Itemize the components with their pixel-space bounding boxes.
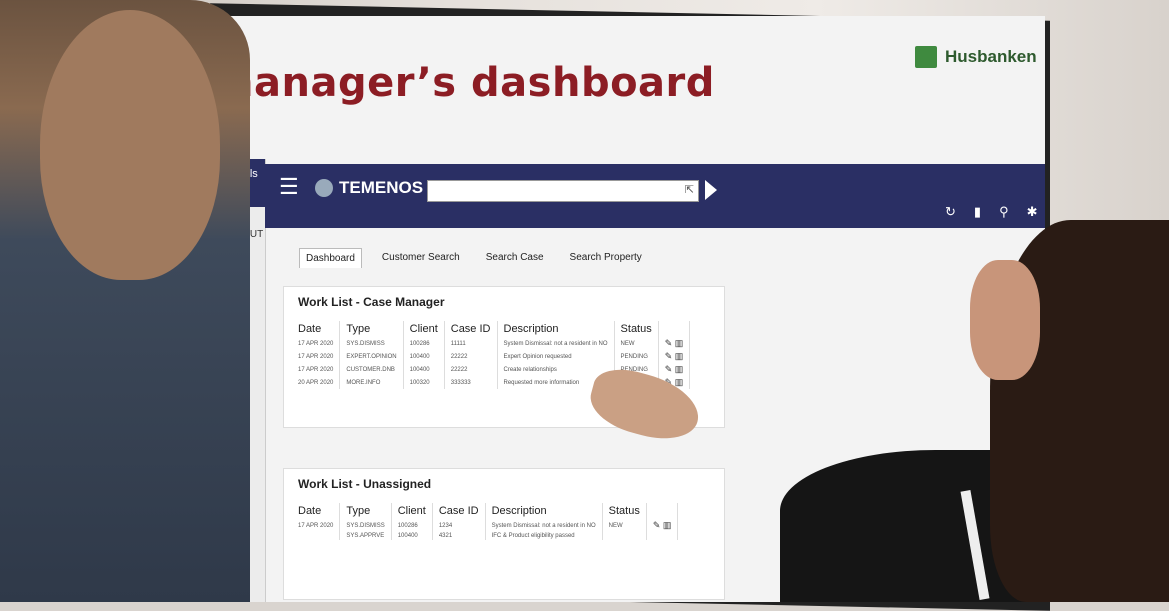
toolbar-icons: ↻ ▮ ⚲ ✱ ● ⇥ <box>945 204 1045 220</box>
cell-client: 100400 <box>391 532 433 540</box>
column-header[interactable]: Description <box>497 321 615 337</box>
column-header[interactable]: Case ID <box>432 503 486 519</box>
column-header[interactable]: Status <box>614 321 659 337</box>
cell-date <box>292 532 341 540</box>
product-name: TEMENOS <box>339 178 424 197</box>
cell-type: SYS.DISMISS <box>339 519 392 532</box>
column-header[interactable]: Client <box>403 321 445 337</box>
column-header[interactable]: Client <box>391 503 433 519</box>
column-header[interactable]: Type <box>339 503 392 519</box>
edit-icon[interactable]: ✎ <box>653 520 661 530</box>
cell-case-id: 333333 <box>444 376 498 389</box>
cell-description: System Dismissal: not a resident in NO <box>485 519 603 532</box>
column-header[interactable]: Description <box>485 503 603 519</box>
tab-dashboard[interactable]: Dashboard <box>299 248 362 268</box>
cell-type: MORE.INFO <box>339 376 404 389</box>
man-head <box>40 10 220 280</box>
column-header[interactable]: Date <box>292 321 341 337</box>
chart-icon[interactable]: ▥ <box>675 338 684 348</box>
cell-description: Expert Opinion requested <box>497 350 615 363</box>
table-row[interactable]: 17 APR 2020 EXPERT.OPINION 100400 22222 … <box>292 350 691 363</box>
cell-date: 20 APR 2020 <box>292 376 341 389</box>
row-actions: ✎ ▥ <box>658 363 691 376</box>
cell-case-id: 11111 <box>444 337 498 350</box>
woman-face <box>970 260 1040 380</box>
brand: Husbanken <box>915 46 1037 68</box>
tab-bar: Dashboard Customer Search Search Case Se… <box>299 248 648 268</box>
cell-client: 100400 <box>403 363 445 376</box>
expand-icon[interactable]: ⇱ <box>685 183 694 196</box>
cell-type: CUSTOMER.DNB <box>339 363 404 376</box>
cell-client: 100400 <box>403 350 445 363</box>
tab-search-case[interactable]: Search Case <box>480 248 550 268</box>
cell-date: 17 APR 2020 <box>292 519 341 532</box>
settings-icon[interactable]: ✱ <box>1027 204 1038 220</box>
search-input[interactable]: ⇱ <box>427 180 699 202</box>
cell-date: 17 APR 2020 <box>292 350 341 363</box>
cell-description: IFC & Product eligibility passed <box>485 532 603 540</box>
row-actions: ✎ ▥ <box>646 519 679 532</box>
worklist-unassigned-title: Work List - Unassigned <box>298 477 432 491</box>
cell-case-id: 22222 <box>444 363 498 376</box>
table-row[interactable]: 17 APR 2020 SYS.DISMISS 100286 11111 Sys… <box>292 337 691 350</box>
globe-icon <box>315 179 333 197</box>
chart-icon[interactable]: ▥ <box>675 377 684 387</box>
brand-name: Husbanken <box>945 47 1037 66</box>
row-actions <box>646 532 679 540</box>
cell-description: Create relationships <box>497 363 615 376</box>
worklist-unassigned-panel: Work List - Unassigned Date Type Client … <box>283 468 725 600</box>
cell-type: SYS.APPRVE <box>339 532 392 540</box>
cell-client: 100320 <box>403 376 445 389</box>
row-actions: ✎ ▥ <box>658 337 691 350</box>
column-header[interactable]: Type <box>339 321 404 337</box>
edit-icon[interactable]: ✎ <box>665 351 673 361</box>
column-header[interactable]: Status <box>602 503 647 519</box>
chart-icon[interactable]: ▥ <box>675 351 684 361</box>
actions-header <box>658 321 691 337</box>
cell-case-id: 22222 <box>444 350 498 363</box>
table-row[interactable]: 17 APR 2020 SYS.DISMISS 100286 1234 Syst… <box>292 519 679 532</box>
tab-search-property[interactable]: Search Property <box>564 248 648 268</box>
cell-date: 17 APR 2020 <box>292 337 341 350</box>
column-header[interactable]: Case ID <box>444 321 498 337</box>
chart-icon[interactable]: ▥ <box>675 364 684 374</box>
cell-date: 17 APR 2020 <box>292 363 341 376</box>
cell-client: 100286 <box>391 519 433 532</box>
chart-icon[interactable]: ▥ <box>663 520 672 530</box>
trash-icon[interactable]: ▮ <box>974 204 981 220</box>
cell-status: PENDING <box>614 350 659 363</box>
column-header[interactable]: Date <box>292 503 341 519</box>
dashboard-title: nanager’s dashboard <box>225 60 715 106</box>
cell-client: 100286 <box>403 337 445 350</box>
cell-status <box>602 532 647 540</box>
temenos-logo: TEMENOS <box>315 178 423 198</box>
top-navbar: ☰ TEMENOS ⇱ ↻ ▮ ⚲ ✱ ● ⇥ <box>265 164 1045 228</box>
edit-icon[interactable]: ✎ <box>665 338 673 348</box>
menu-icon[interactable]: ☰ <box>279 174 299 200</box>
husbanken-logo-icon <box>915 46 937 68</box>
cell-type: SYS.DISMISS <box>339 337 404 350</box>
refresh-icon[interactable]: ↻ <box>945 204 956 220</box>
go-button[interactable] <box>705 180 717 200</box>
cell-status: NEW <box>614 337 659 350</box>
edit-icon[interactable]: ✎ <box>665 364 673 374</box>
person-woman <box>780 220 1169 602</box>
table-row[interactable]: SYS.APPRVE 100400 4321 IFC & Product eli… <box>292 532 679 540</box>
worklist-case-manager-title: Work List - Case Manager <box>298 295 445 309</box>
cell-case-id: 4321 <box>432 532 486 540</box>
tab-customer-search[interactable]: Customer Search <box>376 248 466 268</box>
person-man <box>0 0 250 602</box>
pin-icon[interactable]: ⚲ <box>999 204 1009 220</box>
cell-type: EXPERT.OPINION <box>339 350 404 363</box>
cell-case-id: 1234 <box>432 519 486 532</box>
actions-header <box>646 503 679 519</box>
cell-status: NEW <box>602 519 647 532</box>
cell-description: System Dismissal: not a resident in NO <box>497 337 615 350</box>
worklist-unassigned-table: Date Type Client Case ID Description Sta… <box>292 503 679 540</box>
row-actions: ✎ ▥ <box>658 350 691 363</box>
